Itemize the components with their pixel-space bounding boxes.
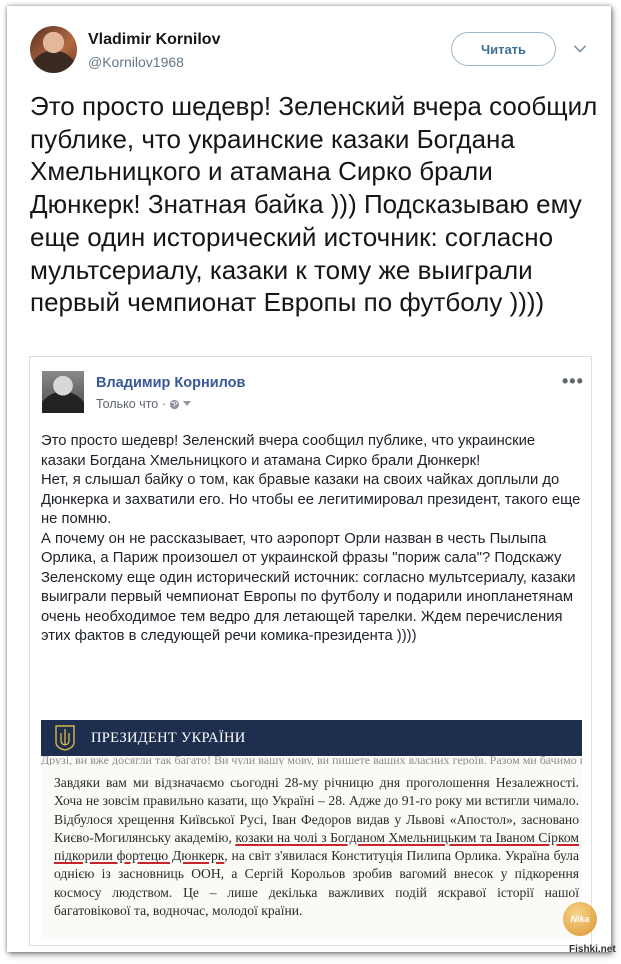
fb-paragraph: Нет, я слышал байку о том, как бравые ка… xyxy=(41,472,581,527)
decree-body-text: Завдяки вам ми відзначаємо сьогодні 28-м… xyxy=(54,774,579,920)
presidential-address-screenshot: ПРЕЗИДЕНТ УКРАЇНИ Друзі, ви вже досягли … xyxy=(41,720,582,940)
fb-paragraph: Это просто шедевр! Зеленский вчера сообщ… xyxy=(41,433,536,469)
coat-of-arms-icon xyxy=(55,725,75,751)
tweet-card: Vladimir Kornilov @Kornilov1968 Читать Э… xyxy=(7,6,611,952)
more-options-icon: ••• xyxy=(562,371,584,391)
chevron-down-icon[interactable] xyxy=(573,42,587,56)
fb-post-meta: Только что · xyxy=(96,397,191,411)
author-avatar[interactable] xyxy=(30,26,77,73)
watermark-site: Fishki.net xyxy=(569,944,616,955)
follow-button[interactable]: Читать xyxy=(451,32,556,66)
globe-icon xyxy=(169,399,179,409)
embedded-facebook-post: Владимир Корнилов Только что · ••• Это п… xyxy=(29,356,592,946)
watermark-badge: Nika xyxy=(563,902,597,936)
cropped-text-line: Друзі, ви вже досягли так багато! Ви чул… xyxy=(41,756,582,765)
author-name[interactable]: Vladimir Kornilov xyxy=(88,31,220,49)
tweet-text: Это просто шедевр! Зеленский вчера сообщ… xyxy=(30,91,598,318)
fb-time-label: Только что · xyxy=(96,397,166,411)
author-handle[interactable]: @Kornilov1968 xyxy=(88,54,184,70)
fb-author-avatar xyxy=(42,371,84,413)
fb-paragraph: А почему он не рассказывает, что аэропор… xyxy=(41,530,576,645)
decree-title: ПРЕЗИДЕНТ УКРАЇНИ xyxy=(91,730,246,746)
caret-down-icon xyxy=(182,401,191,406)
fb-author-name: Владимир Корнилов xyxy=(96,375,246,391)
decree-header-bar: ПРЕЗИДЕНТ УКРАЇНИ xyxy=(41,720,582,756)
fb-post-text: Это просто шедевр! Зеленский вчера сообщ… xyxy=(41,432,581,647)
